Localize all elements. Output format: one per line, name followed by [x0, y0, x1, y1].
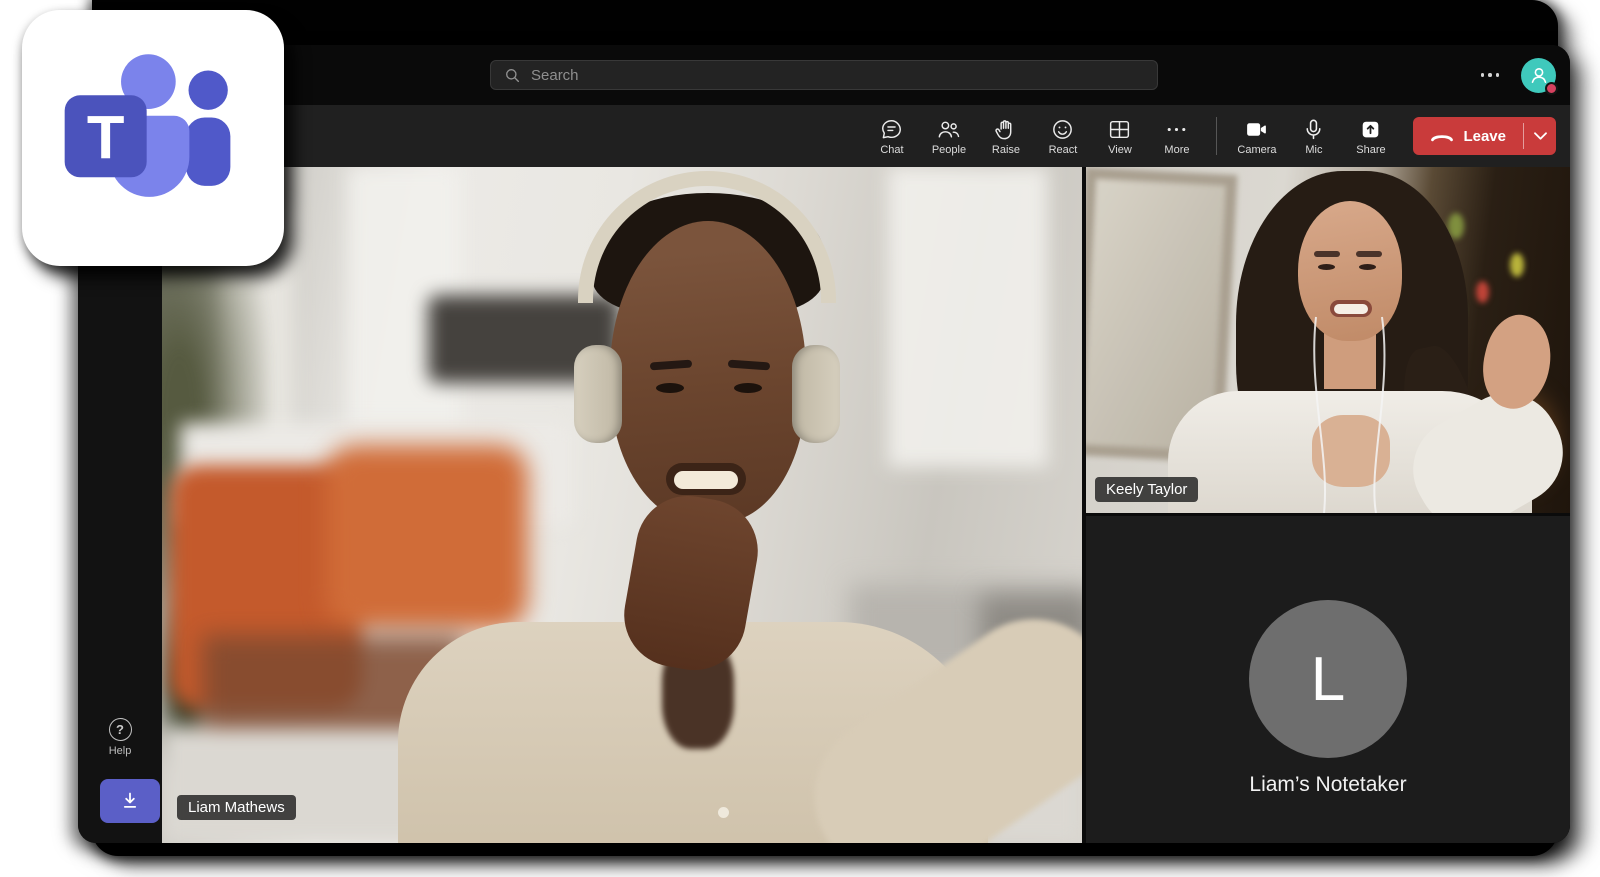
share-button[interactable]: Share	[1342, 117, 1399, 156]
chat-icon	[879, 117, 904, 142]
earphone-wire	[1086, 167, 1566, 513]
download-icon	[118, 789, 142, 813]
more-options-icon[interactable]	[1479, 67, 1502, 83]
search-box[interactable]	[490, 60, 1158, 90]
presence-busy-dot	[1545, 82, 1558, 95]
help-icon: ?	[109, 718, 132, 741]
hangup-icon	[1430, 131, 1454, 142]
people-button[interactable]: People	[920, 117, 977, 156]
titlebar-right	[1479, 45, 1557, 105]
titlebar	[78, 45, 1570, 105]
help-label: Help	[109, 745, 132, 757]
avatar[interactable]	[1521, 58, 1556, 93]
tile-liams-notetaker[interactable]: L Liam’s Notetaker	[1086, 516, 1570, 843]
camera-button[interactable]: Camera	[1228, 117, 1285, 156]
raise-hand-icon	[993, 117, 1018, 142]
toolbar-divider	[1216, 117, 1217, 155]
chat-button[interactable]: Chat	[863, 117, 920, 156]
page-background: ? Help	[0, 0, 1600, 877]
notetaker-name: Liam’s Notetaker	[1249, 773, 1406, 797]
name-label-pip: Keely Taylor	[1095, 477, 1198, 502]
more-button[interactable]: More	[1148, 117, 1205, 156]
view-grid-icon	[1107, 117, 1132, 142]
video-stage: Liam Mathews	[162, 167, 1570, 843]
teams-meeting-window: ? Help	[78, 45, 1570, 843]
camera-icon	[1244, 117, 1269, 142]
main-video-liam-mathews[interactable]: Liam Mathews	[162, 167, 1082, 843]
meeting-toolbar: Chat People	[162, 105, 1570, 167]
people-icon	[936, 117, 961, 142]
sidebar-item-help[interactable]: ? Help	[78, 718, 162, 757]
leave-button[interactable]: Leave	[1413, 117, 1523, 155]
more-ellipsis-icon	[1164, 117, 1189, 142]
react-smiley-icon	[1050, 117, 1075, 142]
teams-logo-icon: T	[51, 44, 256, 232]
leave-split-button[interactable]: Leave	[1413, 117, 1556, 155]
download-button[interactable]	[100, 779, 160, 823]
avatar-initial-circle: L	[1249, 600, 1407, 758]
avatar-initial-letter: L	[1311, 644, 1345, 715]
chevron-down-icon	[1534, 132, 1547, 140]
teams-logo-letter: T	[86, 104, 124, 173]
react-button[interactable]: React	[1034, 117, 1091, 156]
share-icon	[1358, 117, 1383, 142]
video-keely-taylor[interactable]: Keely Taylor	[1086, 167, 1570, 513]
search-icon	[503, 66, 522, 85]
view-button[interactable]: View	[1091, 117, 1148, 156]
raise-hand-button[interactable]: Raise	[977, 117, 1034, 156]
search-input[interactable]	[531, 67, 1145, 84]
leave-options-button[interactable]	[1524, 117, 1556, 155]
mic-button[interactable]: Mic	[1285, 117, 1342, 156]
name-label-main: Liam Mathews	[177, 795, 296, 820]
teams-logo-card: T	[22, 10, 284, 266]
mic-icon	[1301, 117, 1326, 142]
